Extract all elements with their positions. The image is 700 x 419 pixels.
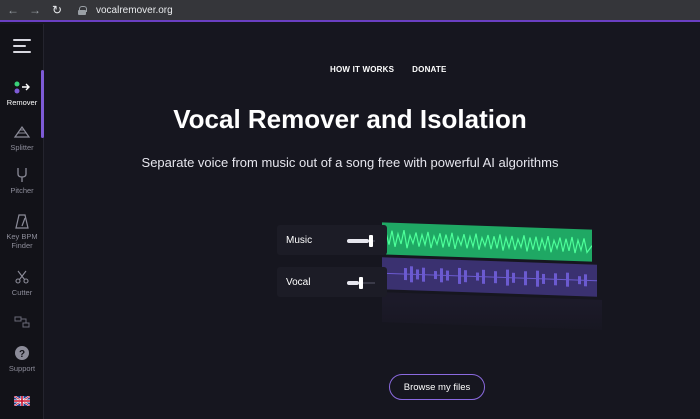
how-it-works-link[interactable]: HOW IT WORKS (330, 65, 394, 74)
page-title: Vocal Remover and Isolation (173, 104, 527, 134)
uk-flag-icon (13, 393, 31, 409)
sidebar-item-cutter[interactable]: Cutter (0, 269, 44, 297)
back-arrow-icon[interactable]: ← (6, 3, 20, 17)
music-volume-fill (347, 239, 369, 243)
remover-icon (13, 79, 31, 95)
vocal-track-row: Vocal (277, 267, 387, 297)
svg-text:?: ? (19, 349, 25, 360)
page-subtitle: Separate voice from music out of a song … (141, 155, 559, 170)
music-waveform (381, 222, 593, 262)
vocal-waveform (382, 257, 597, 297)
sidebar-item-pitcher[interactable]: Pitcher (0, 167, 44, 195)
hamburger-menu-icon[interactable] (13, 38, 31, 54)
scissors-icon (13, 269, 31, 285)
top-navigation: HOW IT WORKS DONATE (330, 65, 447, 74)
lock-icon (78, 5, 87, 15)
forward-arrow-icon[interactable]: → (28, 3, 42, 17)
sidebar-item-language[interactable] (0, 393, 44, 409)
address-bar[interactable]: vocalremover.org (96, 5, 173, 16)
sidebar: Remover Splitter Pitcher Key BPM Finder (0, 24, 44, 419)
track-illustration: Music Vocal (277, 221, 602, 341)
vocal-volume-fill (347, 281, 359, 285)
sidebar-item-support[interactable]: ? Support (0, 345, 44, 373)
donate-link[interactable]: DONATE (412, 65, 446, 74)
joiner-icon (13, 314, 31, 330)
music-volume-slider[interactable] (369, 235, 373, 247)
vocal-volume-slider[interactable] (359, 277, 363, 289)
vocal-track-label: Vocal (286, 277, 311, 288)
browser-toolbar: ← → ↻ vocalremover.org (0, 0, 700, 22)
music-track-label: Music (286, 235, 313, 246)
reload-icon[interactable]: ↻ (50, 3, 64, 17)
fade-overlay (277, 301, 602, 341)
metronome-icon (13, 213, 31, 229)
sidebar-item-key-bpm-finder[interactable]: Key BPM Finder (0, 213, 44, 250)
music-track-row: Music (277, 225, 387, 255)
sidebar-item-joiner[interactable] (0, 314, 44, 330)
sidebar-item-remover[interactable]: Remover (0, 79, 44, 107)
question-icon: ? (13, 345, 31, 361)
browse-files-button[interactable]: Browse my files (389, 374, 485, 400)
